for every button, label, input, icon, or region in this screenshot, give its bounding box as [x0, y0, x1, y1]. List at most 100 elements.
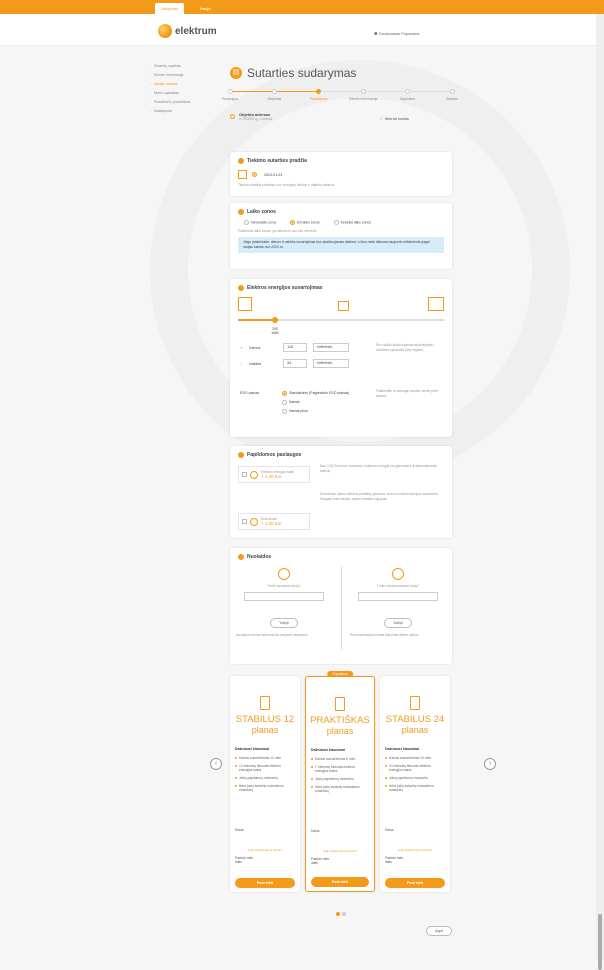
step-label: Sutartis [446, 97, 458, 101]
zone-radio[interactable] [289, 220, 295, 225]
price-info-link[interactable]: Kaip skaičiuojama kaina? [385, 848, 445, 852]
referral-note: Rekomendacijos kodas taikomas abiem šali… [350, 633, 420, 637]
plan-features: Dažniausi klausimai Kainos sumažinimas 12… [235, 747, 295, 792]
choose-plan-button[interactable]: Pasirinkti [311, 877, 369, 887]
logo[interactable]: elektrum [158, 24, 217, 38]
consumption-label: Nakties [249, 361, 262, 366]
step-item[interactable]: Objektas [254, 88, 294, 101]
brand-name: elektrum [175, 25, 217, 37]
price-info-link[interactable]: Kaip skaičiuojama kaina? [311, 849, 369, 853]
plan-features: Dažniausi klausimai Kainos sumažinimas 24… [385, 747, 445, 792]
scrollbar-thumb[interactable] [598, 914, 602, 970]
step-item[interactable]: Sąskaitos [388, 88, 428, 101]
plan-document-icon [410, 696, 420, 710]
sidebar-item[interactable]: Sutarčių sąrašas [150, 62, 225, 71]
step-badge-icon [238, 452, 244, 458]
plan-feature: Kainos sumažinimas 12 mėn. [235, 756, 295, 760]
start-date-note: Tiekimo pradžia priklauso nuo energijos … [238, 183, 335, 187]
eso-radio[interactable] [282, 408, 287, 414]
progress-steps: Paslaugos Objektas Pasiūlymas Kliento infor… [222, 88, 458, 104]
side-note-1: Šis rodiklis skaičiuojamas atsižvelgiant… [376, 343, 435, 352]
start-date-radio[interactable] [252, 172, 257, 177]
location-pin-icon [230, 114, 235, 119]
scrollbar[interactable] [596, 14, 604, 970]
extra-price: + 2,00 Eur [261, 474, 282, 479]
zone-radio[interactable] [244, 220, 249, 225]
plan-name: STABILUS 12 [235, 714, 295, 725]
top-bar: Valdymas Nauja [0, 0, 604, 14]
eso-radio[interactable] [282, 399, 287, 405]
object-address: Objekto adresas X 000000 g., Lietuva [230, 112, 272, 121]
prev-plan-button[interactable]: ‹ [210, 758, 222, 770]
sidebar-item[interactable]: Kliento informacija [150, 71, 225, 80]
referral-code-input[interactable] [358, 592, 438, 601]
back-button[interactable]: Atgal [426, 926, 452, 936]
zone-option[interactable]: Dvi laiko zonos [289, 220, 320, 225]
plan-name: PRAKTIŠKAS [310, 715, 370, 726]
consumption-slider[interactable] [238, 317, 444, 323]
plan-feature: Nėra jokių sutarčių nutraukimo mokesčių [311, 785, 369, 793]
time-zones-note: Pasirinkus laiko zonas, jos taikomos nuo… [238, 229, 317, 233]
step-label: Pasiūlymas [309, 97, 328, 101]
consumption-title: Elektros energijos suvartojimas [247, 285, 323, 291]
apply-discount-button[interactable]: Taikyti [270, 618, 298, 628]
time-zones-title: Laiko zonos [247, 209, 276, 215]
client-code[interactable]: ☄ Kliento kodas [380, 116, 409, 121]
eso-option[interactable]: Namai [282, 398, 349, 407]
plan-month-label: Pastovi mėn. dalis [235, 856, 255, 864]
consumption-unit: kWh/mėn. [313, 359, 350, 368]
step-item[interactable]: Sutartis [432, 88, 472, 101]
zone-radio[interactable] [333, 220, 339, 225]
zone-label: Viena laiko zona [251, 220, 276, 225]
tab-valdymas[interactable]: Valdymas [155, 3, 185, 14]
user-menu[interactable]: ⚉ Grušauskas Popadana [374, 31, 419, 36]
step-item[interactable]: Kliento informacija [343, 88, 383, 101]
apply-referral-button[interactable]: Taikyti [384, 618, 412, 628]
plan-feature: Jokių papildomų mokesčių [235, 776, 295, 780]
referral-icon [392, 568, 404, 580]
plan-card[interactable]: Populiarus PRAKTIŠKAS planas Dažniausi klau… [305, 671, 375, 892]
zone-option[interactable]: Viena laiko zona [244, 220, 276, 225]
extra-checkbox[interactable] [242, 472, 247, 477]
step-item[interactable]: Pasiūlymas [299, 88, 339, 101]
shield-icon [250, 517, 258, 526]
carousel-dot[interactable] [342, 912, 346, 916]
discount-code-input[interactable] [244, 592, 324, 601]
eso-option-label: Namai plius [289, 409, 308, 413]
sidebar-item[interactable]: Nustatymai [150, 107, 225, 116]
plan-card[interactable]: STABILUS 24 planas Dažniausi klausimai Kain… [380, 676, 450, 892]
logo-mark-icon [158, 24, 172, 38]
price-info-link[interactable]: Kaip skaičiuojama kaina? [235, 848, 295, 852]
eso-option[interactable]: Namai plius [282, 407, 349, 416]
zone-label: Keturios laiko zonos [340, 220, 371, 225]
extras-card: Papildomos paslaugos Elektros energija ž… [230, 446, 452, 538]
next-plan-button[interactable]: › [484, 758, 496, 770]
object-value: X 000000 g., Lietuva [239, 117, 272, 121]
extra-checkbox[interactable] [242, 519, 247, 524]
choose-plan-button[interactable]: Pasirinkti [385, 878, 445, 888]
plan-name: STABILUS 24 [385, 714, 445, 725]
extra-item[interactable]: Elektros energija žaliai + 2,00 Eur [238, 466, 310, 483]
step-badge-icon [238, 209, 244, 215]
plan-feature: 7 mėnesių fiksuota elektros energijos ka… [311, 765, 369, 773]
consumption-input[interactable]: 84 [283, 359, 308, 368]
consumption-input[interactable]: 116 [283, 343, 308, 352]
building-icon [428, 297, 444, 311]
zone-option[interactable]: Keturios laiko zonos [333, 220, 371, 225]
choose-plan-button[interactable]: Pasirinkti [235, 878, 295, 888]
house-icon [338, 301, 349, 311]
eso-radio[interactable] [282, 390, 287, 396]
step-item[interactable]: Paslaugos [210, 88, 250, 101]
eso-option[interactable]: Standartinis (Pagrindinis ESO planas) [282, 389, 349, 398]
step-dot [227, 89, 233, 94]
plan-card[interactable]: STABILUS 12 planas Dažniausi klausimai Kain… [230, 676, 300, 892]
extra-text: Elektros energija žaliai + 2,00 Eur [261, 470, 294, 479]
eso-label: ESO planas [240, 391, 260, 395]
slider-fill [238, 319, 276, 321]
slider-handle[interactable] [272, 317, 279, 323]
plan-feature: Jokių papildomų mokesčių [311, 777, 369, 781]
plan-features-heading: Dažniausi klausimai [235, 747, 270, 751]
extra-item[interactable]: Draudimas + 1,00 Eur [238, 513, 310, 530]
tab-nauja[interactable]: Nauja [194, 3, 216, 14]
carousel-dot[interactable] [336, 912, 340, 916]
